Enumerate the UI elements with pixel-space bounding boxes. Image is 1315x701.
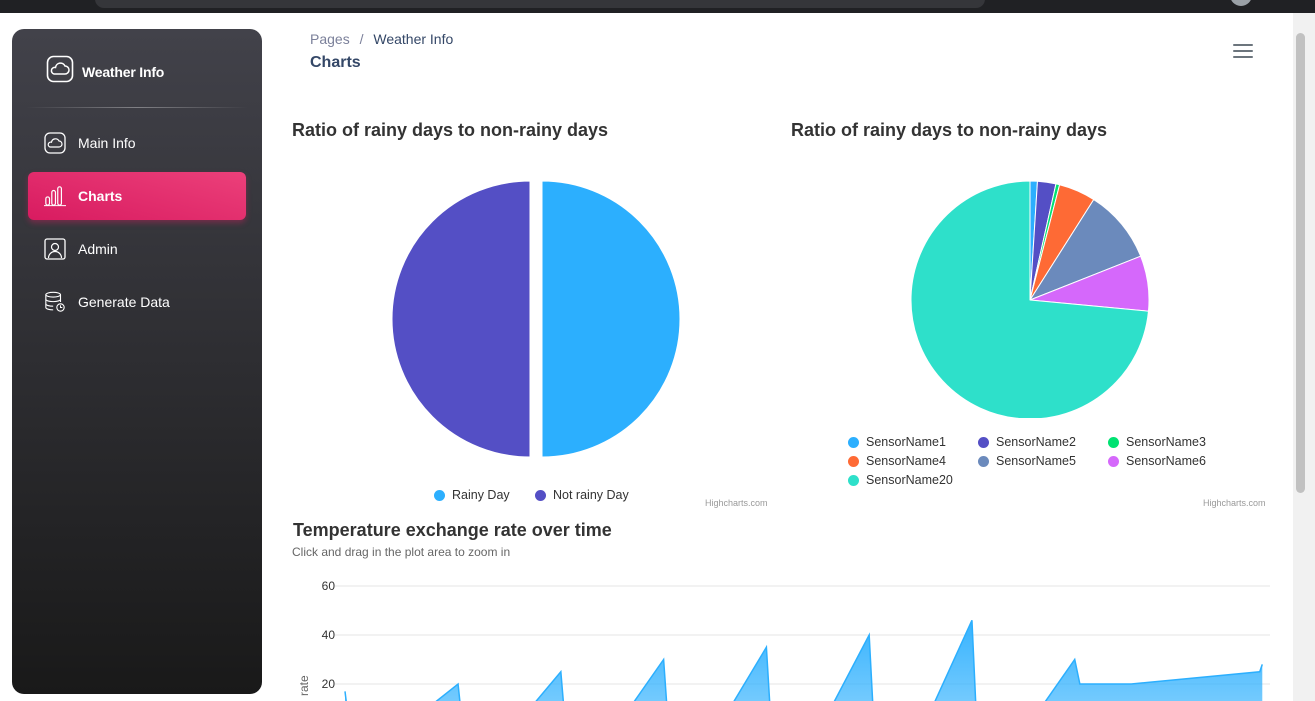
legend-marker <box>978 455 989 467</box>
scrollbar[interactable] <box>1293 13 1315 701</box>
browser-chrome <box>0 0 1315 13</box>
area-series-fill[interactable] <box>345 620 1263 701</box>
breadcrumb-separator: / <box>359 31 364 47</box>
legend-label: SensorName1 <box>866 435 946 449</box>
breadcrumb: Pages / Weather Info <box>310 31 453 47</box>
legend-marker <box>848 474 859 486</box>
legend-item-sensorname5[interactable]: SensorName5 <box>978 454 1076 468</box>
brand[interactable]: Weather Info <box>46 55 164 88</box>
y-tick-label: 20 <box>322 677 336 691</box>
legend-marker <box>535 489 546 501</box>
pie-legend-rainy-days: Rainy Day Not rainy Day <box>434 473 754 502</box>
legend-marker <box>434 489 445 501</box>
page: Weather Info Main Info Charts Admin Gene… <box>0 13 1315 701</box>
sidebar: Weather Info Main Info Charts Admin Gene… <box>12 29 262 694</box>
legend-item-rainy-day[interactable]: Rainy Day <box>434 488 510 502</box>
legend-label: Rainy Day <box>452 488 510 502</box>
y-tick-label: 40 <box>322 628 336 642</box>
legend-label: SensorName5 <box>996 454 1076 468</box>
sidebar-item-label: Charts <box>78 188 123 204</box>
bar-chart-icon <box>44 185 66 207</box>
legend-item-not-rainy-day[interactable]: Not rainy Day <box>535 488 629 502</box>
legend-item-sensorname1[interactable]: SensorName1 <box>848 435 946 449</box>
highcharts-credit[interactable]: Highcharts.com <box>1203 498 1266 508</box>
pie-chart-rainy-days[interactable] <box>380 163 700 473</box>
legend-label: Not rainy Day <box>553 488 629 502</box>
cloud-icon <box>44 132 66 154</box>
sidebar-item-charts[interactable]: Charts <box>28 172 246 220</box>
y-axis-label: rate <box>297 675 311 696</box>
highcharts-credit[interactable]: Highcharts.com <box>705 498 768 508</box>
sidebar-item-main-info[interactable]: Main Info <box>28 119 246 167</box>
legend-marker <box>1108 455 1119 467</box>
legend-label: SensorName4 <box>866 454 946 468</box>
sidebar-item-label: Admin <box>78 241 118 257</box>
chart-subtitle: Click and drag in the plot area to zoom … <box>292 545 511 559</box>
legend-item-sensorname2[interactable]: SensorName2 <box>978 435 1076 449</box>
hamburger-menu-icon[interactable] <box>1233 44 1253 60</box>
legend-marker <box>848 436 859 448</box>
legend-label: SensorName2 <box>996 435 1076 449</box>
profile-avatar[interactable] <box>1230 0 1252 6</box>
legend-item-sensorname4[interactable]: SensorName4 <box>848 454 946 468</box>
legend-marker <box>1108 436 1119 448</box>
brand-title: Weather Info <box>82 63 165 80</box>
pie-legend-sensors: SensorName1 SensorName2 SensorName3 SensorN… <box>848 435 1268 495</box>
sidebar-item-label: Main Info <box>78 135 136 151</box>
chart-title-temperature: Temperature exchange rate over time <box>293 520 612 540</box>
sidebar-item-generate-data[interactable]: Generate Data <box>28 278 246 326</box>
legend-marker <box>978 436 989 448</box>
sidebar-item-label: Generate Data <box>78 294 170 310</box>
page-title: Charts <box>310 54 361 71</box>
legend-item-sensorname20[interactable]: SensorName20 <box>848 473 953 487</box>
legend-label: SensorName6 <box>1126 454 1206 468</box>
area-chart-temperature[interactable]: 20 40 60 rate <box>290 561 1280 701</box>
legend-item-sensorname3[interactable]: SensorName3 <box>1108 435 1206 449</box>
legend-marker <box>848 455 859 467</box>
user-icon <box>44 238 66 260</box>
legend-item-sensorname6[interactable]: SensorName6 <box>1108 454 1206 468</box>
chart-title-rainy-ratio: Ratio of rainy days to non-rainy days <box>292 120 609 140</box>
sidebar-item-admin[interactable]: Admin <box>28 225 246 273</box>
pie-slice-not-rainy-day[interactable] <box>391 180 531 458</box>
legend-label: SensorName20 <box>866 473 953 487</box>
cloud-icon <box>46 55 74 88</box>
sidebar-nav: Main Info Charts Admin Generate Data <box>28 119 246 331</box>
sidebar-divider <box>26 107 248 108</box>
scrollbar-thumb[interactable] <box>1296 33 1305 493</box>
pie-chart-sensors[interactable] <box>900 158 1170 418</box>
address-bar[interactable] <box>95 0 985 8</box>
breadcrumb-root[interactable]: Pages <box>310 31 350 47</box>
database-icon <box>44 291 66 313</box>
pie-slice-rainy-day[interactable] <box>541 180 681 458</box>
chart-title-sensor-ratio: Ratio of rainy days to non-rainy days <box>791 120 1108 140</box>
legend-label: SensorName3 <box>1126 435 1206 449</box>
breadcrumb-current: Weather Info <box>373 31 454 47</box>
y-tick-label: 60 <box>322 579 336 593</box>
